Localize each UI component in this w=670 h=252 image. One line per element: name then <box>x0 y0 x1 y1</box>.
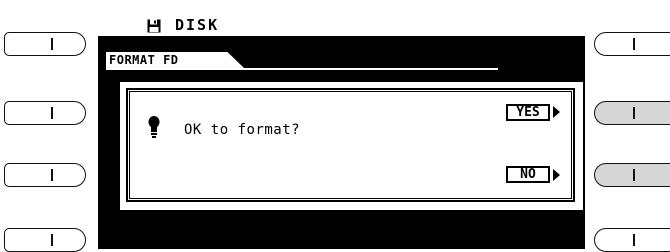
page-title: DISK <box>175 16 220 34</box>
left-panel-button-2[interactable] <box>4 101 86 125</box>
tab-underline <box>106 68 498 70</box>
button-mark <box>633 169 635 181</box>
button-mark <box>51 38 53 50</box>
button-mark <box>51 107 53 119</box>
title-bar: DISK <box>98 14 585 36</box>
button-mark <box>51 169 53 181</box>
button-mark <box>51 234 53 246</box>
no-arrow-icon <box>553 169 560 181</box>
left-panel-button-1[interactable] <box>4 32 86 56</box>
yes-option-button[interactable]: YES <box>506 104 550 121</box>
button-mark <box>633 234 635 246</box>
floppy-disk-icon <box>147 19 161 33</box>
lightbulb-icon <box>148 116 160 138</box>
no-option-button[interactable]: NO <box>506 166 550 183</box>
left-panel-button-3[interactable] <box>4 163 86 187</box>
left-panel-button-4[interactable] <box>4 228 86 252</box>
right-panel-button-yes[interactable] <box>594 101 670 125</box>
button-mark <box>633 107 635 119</box>
right-panel-button-1[interactable] <box>594 32 670 56</box>
dialog-message: OK to format? <box>184 122 301 138</box>
tab-format-fd-label: FORMAT FD <box>109 53 179 67</box>
right-panel-button-4[interactable] <box>594 228 670 252</box>
yes-arrow-icon <box>553 106 560 118</box>
button-mark <box>633 38 635 50</box>
right-panel-button-no[interactable] <box>594 163 670 187</box>
